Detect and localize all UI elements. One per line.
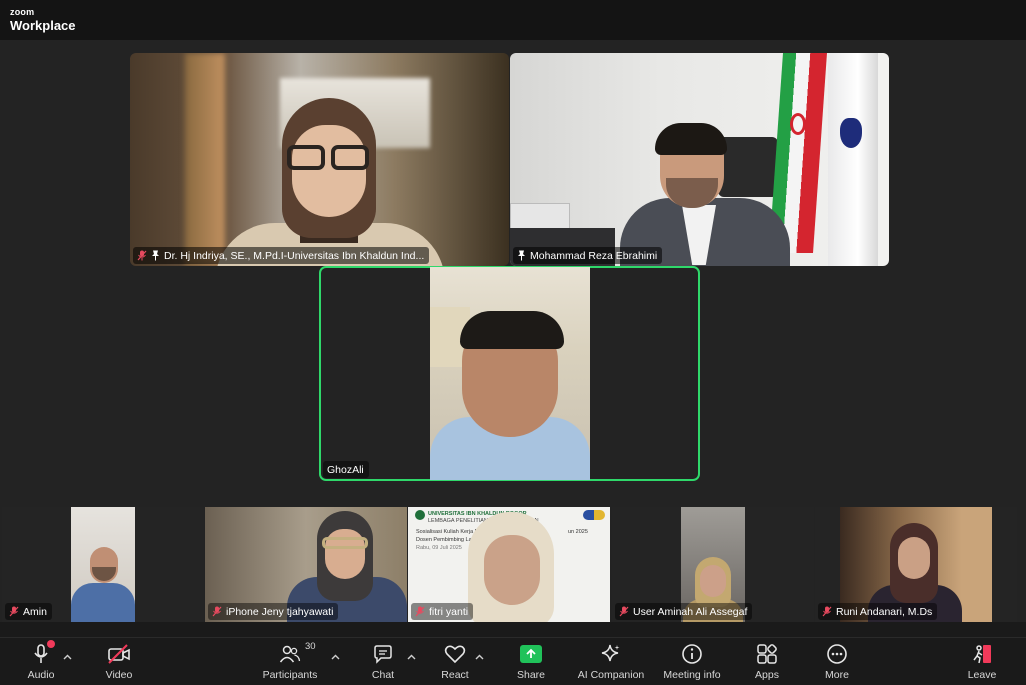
chat-icon <box>371 642 395 666</box>
react-label: React <box>441 669 469 681</box>
audio-alert-dot <box>47 640 55 648</box>
strip-tile-jeny[interactable]: iPhone Jeny tjahyawati <box>205 507 407 622</box>
apps-icon <box>755 642 779 666</box>
mic-muted-icon <box>822 606 832 617</box>
leave-icon <box>970 642 994 666</box>
apps-button[interactable]: Apps <box>735 642 799 681</box>
chat-label: Chat <box>371 669 395 681</box>
meeting-info-button[interactable]: Meeting info <box>660 642 724 681</box>
chat-button[interactable]: Chat <box>351 642 415 681</box>
microphone-icon <box>29 640 55 666</box>
participant-name: Dr. Hj Indriya, SE., M.Pd.I-Universitas … <box>164 249 425 262</box>
participants-icon: 30 <box>278 641 316 666</box>
university-logo <box>415 510 425 520</box>
more-dots-icon <box>825 642 849 666</box>
mic-muted-icon <box>212 606 222 617</box>
participant-face <box>898 537 930 579</box>
name-tag: Runi Andanari, M.Ds <box>818 603 938 620</box>
participant-body <box>71 583 135 622</box>
name-tag: User Aminah Ali Assegaf <box>615 603 753 620</box>
slide-line-3: Rabu, 09 Juli 2025 <box>416 545 462 551</box>
participant-glasses <box>322 537 368 549</box>
participant-name: iPhone Jeny tjahyawati <box>226 605 334 618</box>
video-off-icon <box>107 642 131 666</box>
leave-label: Leave <box>967 669 997 681</box>
ai-companion-button[interactable]: AI Companion <box>577 642 645 681</box>
meeting-stage: Dr. Hj Indriya, SE., M.Pd.I-Universitas … <box>0 40 1026 622</box>
leave-button[interactable]: Leave <box>950 642 1014 681</box>
name-tag: iPhone Jeny tjahyawati <box>208 603 339 620</box>
heart-icon <box>443 642 467 666</box>
mic-muted-icon <box>619 606 629 617</box>
participant-face <box>700 565 726 597</box>
participant-hair <box>460 311 564 349</box>
chat-options-caret-icon[interactable] <box>407 652 417 662</box>
mic-muted-icon <box>415 606 425 617</box>
participant-name: fitri yanti <box>429 605 469 618</box>
participants-label: Participants <box>262 669 318 681</box>
title-bar: zoom Workplace <box>0 0 1026 40</box>
background-pillar <box>185 53 225 266</box>
name-tag: Amin <box>5 603 52 620</box>
participants-count: 30 <box>305 641 316 652</box>
name-tag: Dr. Hj Indriya, SE., M.Pd.I-Universitas … <box>133 247 430 264</box>
participant-name: Runi Andanari, M.Ds <box>836 605 933 618</box>
participant-face <box>292 125 366 217</box>
audio-label: Audio <box>27 669 55 681</box>
strip-tile-aminah[interactable]: User Aminah Ali Assegaf <box>612 507 814 622</box>
meeting-info-label: Meeting info <box>663 669 721 681</box>
audio-options-caret-icon[interactable] <box>63 652 73 662</box>
participants-button[interactable]: 30 Participants <box>258 641 322 681</box>
brand-workplace-text: Workplace <box>10 18 76 33</box>
participant-name: Mohammad Reza Ebrahimi <box>530 249 658 262</box>
participant-strip: Amin iPhone Jeny tjahyawati UNIVERSITAS … <box>0 507 1018 622</box>
zoom-workplace-logo: zoom Workplace <box>10 7 76 33</box>
share-screen-icon <box>519 642 543 666</box>
participants-options-caret-icon[interactable] <box>331 652 341 662</box>
name-tag: fitri yanti <box>411 603 474 620</box>
participant-hair <box>655 123 727 155</box>
participant-video <box>71 507 135 622</box>
participant-name: GhozAli <box>327 463 364 476</box>
participant-name: Amin <box>23 605 47 618</box>
video-tile-indriya[interactable]: Dr. Hj Indriya, SE., M.Pd.I-Universitas … <box>130 53 509 266</box>
participant-face <box>484 535 540 605</box>
flag-emblem <box>790 113 806 135</box>
react-options-caret-icon[interactable] <box>475 652 485 662</box>
partner-logos <box>583 510 605 520</box>
strip-tile-fitri[interactable]: UNIVERSITAS IBN KHALDUN BOGOR LEMBAGA PE… <box>408 507 610 622</box>
participant-name: User Aminah Ali Assegaf <box>633 605 748 618</box>
name-tag: GhozAli <box>323 461 369 478</box>
sparkle-icon <box>599 642 623 666</box>
participant-video <box>430 267 590 480</box>
name-tag: Mohammad Reza Ebrahimi <box>513 247 663 264</box>
more-button[interactable]: More <box>805 642 869 681</box>
ai-companion-label: AI Companion <box>577 669 645 681</box>
brand-zoom-text: zoom <box>10 7 35 17</box>
strip-tile-amin[interactable]: Amin <box>2 507 204 622</box>
video-label: Video <box>105 669 133 681</box>
participant-glasses <box>287 145 371 171</box>
zoom-window: zoom Workplace Dr. Hj Indriya, SE., M.Pd… <box>0 0 1026 685</box>
mic-muted-icon <box>9 606 19 617</box>
more-label: More <box>825 669 849 681</box>
apps-label: Apps <box>755 669 779 681</box>
flag-emblem-blue <box>840 118 862 148</box>
slide-line-1-suffix: un 2025 <box>568 529 588 535</box>
video-button[interactable]: Video <box>87 642 151 681</box>
chair-object <box>718 137 778 197</box>
strip-tile-runi[interactable]: Runi Andanari, M.Ds <box>815 507 1017 622</box>
share-label: Share <box>516 669 546 681</box>
pin-icon <box>517 250 526 261</box>
info-icon <box>680 642 704 666</box>
pin-icon <box>151 250 160 261</box>
video-tile-ebrahimi[interactable]: Mohammad Reza Ebrahimi <box>510 53 889 266</box>
video-tile-ghozali[interactable]: GhozAli <box>319 266 700 481</box>
white-flag <box>828 53 878 266</box>
share-button[interactable]: Share <box>499 642 563 681</box>
mic-muted-icon <box>137 250 147 261</box>
meeting-toolbar: Audio Video 30 Participants Chat React S… <box>0 637 1026 685</box>
